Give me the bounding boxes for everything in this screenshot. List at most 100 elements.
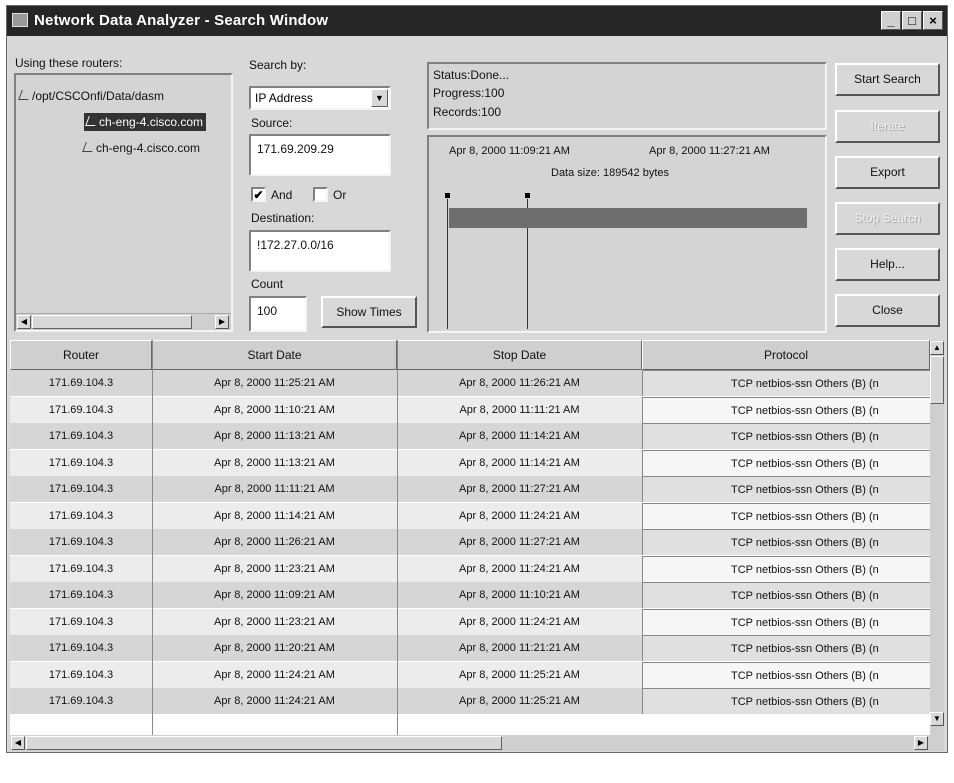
chevron-down-icon[interactable]: ▼ bbox=[371, 89, 388, 107]
cell-protocol: TCP netbios-ssn Others (B) (n bbox=[642, 661, 930, 688]
router-tree-item[interactable]: /opt/CSCOnfi/Data/dasm bbox=[18, 89, 165, 103]
table-row[interactable]: 171.69.104.3 Apr 8, 2000 11:13:21 AM Apr 8… bbox=[10, 423, 930, 449]
router-tree-item-label: /opt/CSCOnfi/Data/dasm bbox=[32, 89, 165, 103]
table-hscroll-thumb[interactable] bbox=[26, 736, 502, 750]
cell-protocol: TCP netbios-ssn Others (B) (n bbox=[642, 555, 930, 582]
arrow-right-icon[interactable]: ▶ bbox=[215, 315, 229, 329]
cell-stop-date: Apr 8, 2000 11:24:21 AM bbox=[459, 562, 580, 575]
timeline-start-line bbox=[447, 199, 448, 329]
cell-protocol: TCP netbios-ssn Others (B) (n bbox=[642, 529, 930, 555]
table-vscroll-thumb[interactable] bbox=[930, 356, 944, 404]
cell-router: 171.69.104.3 bbox=[48, 536, 114, 548]
table-horizontal-scrollbar[interactable]: ◀ ▶ bbox=[10, 735, 944, 751]
cell-start-date: Apr 8, 2000 11:13:21 AM bbox=[214, 430, 335, 442]
table-row[interactable]: 171.69.104.3 Apr 8, 2000 11:13:21 AM Apr 8… bbox=[10, 449, 930, 476]
router-tree-item[interactable]: ch-eng-4.cisco.com bbox=[82, 141, 200, 155]
cell-router: 171.69.104.3 bbox=[48, 668, 114, 681]
close-window-button[interactable]: × bbox=[923, 11, 943, 30]
cell-stop-date: Apr 8, 2000 11:24:21 AM bbox=[459, 615, 580, 628]
cell-stop-date: Apr 8, 2000 11:25:21 AM bbox=[459, 695, 580, 707]
cell-stop-date: Apr 8, 2000 11:25:21 AM bbox=[459, 668, 580, 681]
table-row[interactable]: 171.69.104.3 Apr 8, 2000 11:23:21 AM Apr 8… bbox=[10, 608, 930, 635]
table-row[interactable]: 171.69.104.3 Apr 8, 2000 11:24:21 AM Apr 8… bbox=[10, 661, 930, 688]
router-tree-item[interactable]: ch-eng-4.cisco.com bbox=[84, 113, 207, 131]
column-header-stop-date[interactable]: Stop Date bbox=[397, 340, 642, 370]
table-row[interactable]: 171.69.104.3 Apr 8, 2000 11:10:21 AM Apr 8… bbox=[10, 396, 930, 423]
table-row[interactable]: 171.69.104.3 Apr 8, 2000 11:25:21 AM Apr 8… bbox=[10, 370, 930, 396]
and-checkbox[interactable]: ✔ bbox=[251, 187, 266, 202]
cell-router: 171.69.104.3 bbox=[48, 562, 114, 575]
tree-scroll-thumb[interactable] bbox=[32, 315, 192, 329]
cell-start-date: Apr 8, 2000 11:13:21 AM bbox=[214, 456, 335, 469]
cell-stop-date: Apr 8, 2000 11:24:21 AM bbox=[459, 509, 580, 522]
cell-start-date: Apr 8, 2000 11:09:21 AM bbox=[214, 589, 335, 601]
arrow-left-icon[interactable]: ◀ bbox=[11, 736, 25, 750]
minimize-button[interactable]: _ bbox=[881, 11, 901, 30]
cell-protocol: TCP netbios-ssn Others (B) (n bbox=[642, 476, 930, 502]
cell-stop-date: Apr 8, 2000 11:14:21 AM bbox=[459, 456, 580, 469]
or-checkbox[interactable] bbox=[313, 187, 328, 202]
search-by-value: IP Address bbox=[255, 91, 313, 105]
close-button[interactable]: Close bbox=[835, 294, 940, 327]
table-row[interactable]: 171.69.104.3 Apr 8, 2000 11:20:21 AM Apr 8… bbox=[10, 635, 930, 661]
table-row[interactable]: 171.69.104.3 Apr 8, 2000 11:23:21 AM Apr 8… bbox=[10, 555, 930, 582]
cell-protocol: TCP netbios-ssn Others (B) (n bbox=[642, 396, 930, 423]
title-bar[interactable]: Network Data Analyzer - Search Window _ … bbox=[7, 6, 947, 36]
show-times-button[interactable]: Show Times bbox=[321, 296, 417, 328]
table-row[interactable]: 171.69.104.3 Apr 8, 2000 11:14:21 AM Apr 8… bbox=[10, 502, 930, 529]
cell-start-date: Apr 8, 2000 11:26:21 AM bbox=[214, 536, 335, 548]
timeline-start: Apr 8, 2000 11:09:21 AM bbox=[449, 145, 570, 157]
table-row[interactable]: 171.69.104.3 Apr 8, 2000 11:26:21 AM Apr 8… bbox=[10, 529, 930, 555]
cell-router: 171.69.104.3 bbox=[48, 403, 114, 416]
start-search-button[interactable]: Start Search bbox=[835, 63, 940, 96]
timeline-cursor-marker[interactable] bbox=[525, 193, 530, 198]
arrow-left-icon[interactable]: ◀ bbox=[17, 315, 31, 329]
export-button[interactable]: Export bbox=[835, 156, 940, 189]
cell-router: 171.69.104.3 bbox=[48, 483, 114, 495]
arrow-up-icon[interactable]: ▲ bbox=[930, 341, 944, 355]
count-label: Count bbox=[251, 277, 284, 291]
search-by-select[interactable]: IP Address ▼ bbox=[249, 86, 391, 110]
results-table[interactable]: Router Start Date Stop Date Protocol 171… bbox=[10, 340, 944, 735]
timeline-panel[interactable]: Apr 8, 2000 11:09:21 AM Apr 8, 2000 11:2… bbox=[427, 135, 827, 333]
and-label: And bbox=[271, 188, 293, 202]
cell-router: 171.69.104.3 bbox=[48, 509, 114, 522]
stop-search-button[interactable]: Stop Search bbox=[835, 202, 940, 235]
routers-tree[interactable]: /opt/CSCOnfi/Data/dasm ch-eng-4.cisco.com… bbox=[14, 73, 233, 332]
timeline-start-marker[interactable] bbox=[445, 193, 450, 198]
column-header-router[interactable]: Router bbox=[10, 340, 152, 370]
cell-protocol: TCP netbios-ssn Others (B) (n bbox=[642, 502, 930, 529]
cell-start-date: Apr 8, 2000 11:11:21 AM bbox=[214, 483, 335, 495]
maximize-button[interactable]: □ bbox=[902, 11, 922, 30]
destination-label: Destination: bbox=[251, 211, 315, 225]
cell-protocol: TCP netbios-ssn Others (B) (n bbox=[642, 608, 930, 635]
table-vertical-scrollbar[interactable]: ▲ ▼ bbox=[930, 340, 944, 735]
router-node-icon bbox=[18, 90, 32, 100]
cell-protocol: TCP netbios-ssn Others (B) (n bbox=[642, 688, 930, 714]
timeline-data-bar[interactable] bbox=[449, 208, 807, 228]
cell-start-date: Apr 8, 2000 11:25:21 AM bbox=[214, 377, 335, 389]
table-row[interactable]: 171.69.104.3 Apr 8, 2000 11:11:21 AM Apr 8… bbox=[10, 476, 930, 502]
cell-router: 171.69.104.3 bbox=[48, 642, 114, 654]
destination-input[interactable]: !172.27.0.0/16 bbox=[249, 230, 391, 272]
count-input[interactable]: 100 bbox=[249, 296, 307, 332]
iterate-button[interactable]: Iterate bbox=[835, 110, 940, 143]
help-button[interactable]: Help... bbox=[835, 248, 940, 281]
table-row[interactable]: 171.69.104.3 Apr 8, 2000 11:09:21 AM Apr 8… bbox=[10, 582, 930, 608]
table-row[interactable]: 171.69.104.3 Apr 8, 2000 11:24:21 AM Apr 8… bbox=[10, 688, 930, 714]
column-header-start-date[interactable]: Start Date bbox=[152, 340, 397, 370]
router-node-icon bbox=[85, 116, 99, 126]
cell-stop-date: Apr 8, 2000 11:21:21 AM bbox=[459, 642, 580, 654]
router-node-icon bbox=[82, 142, 96, 152]
cell-stop-date: Apr 8, 2000 11:11:21 AM bbox=[459, 403, 580, 416]
network-app-icon bbox=[12, 13, 28, 27]
arrow-down-icon[interactable]: ▼ bbox=[930, 712, 944, 726]
cell-router: 171.69.104.3 bbox=[48, 377, 114, 389]
source-input[interactable]: 171.69.209.29 bbox=[249, 134, 391, 176]
arrow-right-icon[interactable]: ▶ bbox=[914, 736, 928, 750]
column-header-protocol[interactable]: Protocol bbox=[642, 340, 930, 370]
cell-protocol: TCP netbios-ssn Others (B) (n bbox=[642, 370, 930, 396]
cell-stop-date: Apr 8, 2000 11:26:21 AM bbox=[459, 377, 580, 389]
tree-horizontal-scrollbar[interactable]: ◀ ▶ bbox=[16, 313, 231, 330]
data-size-text: Data size: 189542 bytes bbox=[551, 167, 670, 179]
